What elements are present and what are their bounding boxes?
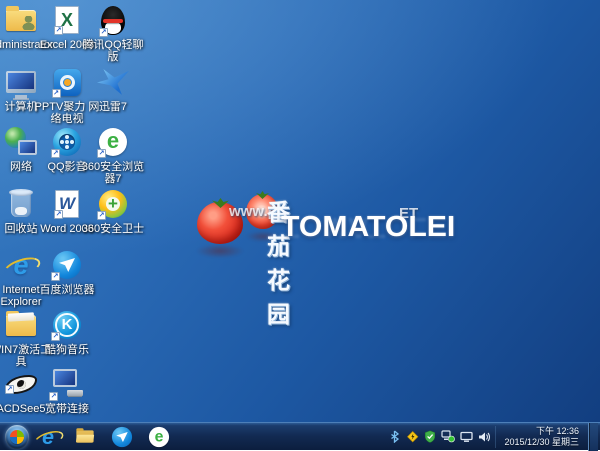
folder-user-icon — [6, 10, 36, 31]
baidu-icon — [53, 251, 81, 279]
recycle-icon — [11, 191, 31, 217]
kugou-icon — [53, 311, 81, 339]
taskbar-item-internet-explorer[interactable] — [29, 423, 66, 451]
shortcut-arrow-icon — [51, 272, 60, 281]
qqplayer-icon — [53, 128, 81, 156]
shortcut-arrow-icon — [54, 26, 63, 35]
desktop-icon-label: 宽带连接 — [33, 403, 101, 415]
browser360-icon — [99, 128, 127, 156]
shortcut-arrow-icon — [51, 332, 60, 341]
qq-icon — [101, 6, 125, 35]
network-status-icon[interactable] — [441, 429, 455, 445]
desktop-icon-label: 360安全卫士 — [79, 223, 147, 235]
update-alert-icon[interactable] — [405, 429, 419, 445]
shortcut-arrow-icon — [97, 211, 106, 220]
desktop-icon-label: 百度浏览器 — [33, 284, 101, 296]
start-button[interactable] — [5, 425, 29, 449]
shortcut-arrow-icon — [54, 210, 63, 219]
taskbar-item-windows-explorer[interactable] — [66, 423, 103, 451]
taskbar-item-baidu-browser[interactable] — [103, 423, 140, 451]
security-shield-icon[interactable] — [423, 429, 437, 445]
desktop-icon-kugou[interactable]: 酷狗音乐 — [33, 308, 101, 356]
desktop-icon-label: 腾讯QQ轻聊版 — [79, 39, 147, 63]
shortcut-arrow-icon — [49, 392, 58, 401]
pptv-icon — [54, 69, 81, 96]
shortcut-arrow-icon — [51, 149, 60, 158]
shortcut-arrow-icon — [5, 385, 14, 394]
desktop-icon-label: 迅雷7 — [79, 101, 147, 113]
folder-icon — [76, 430, 93, 442]
windows-logo-icon — [10, 430, 24, 444]
shortcut-arrow-icon — [99, 28, 108, 37]
volume-icon[interactable] — [477, 429, 491, 445]
taskbar-item-360-browser[interactable] — [140, 423, 177, 451]
broadband-icon — [51, 369, 83, 399]
safe360-icon — [99, 190, 127, 218]
shortcut-arrow-icon — [97, 149, 106, 158]
desktop-icon-xunlei[interactable]: 迅雷7 — [79, 65, 147, 113]
desktop-icon-browser360[interactable]: 360安全浏览器7 — [79, 125, 147, 185]
display-icon[interactable] — [459, 429, 473, 445]
desktop-icon-label: 酷狗音乐 — [33, 344, 101, 356]
show-desktop-button[interactable] — [588, 423, 598, 451]
360-browser-icon — [148, 426, 168, 446]
computer-icon — [6, 71, 36, 93]
tomato-reflection — [196, 244, 244, 258]
desktop-icon-qq[interactable]: 腾讯QQ轻聊版 — [79, 3, 147, 63]
desktop-background[interactable]: AdministratorExcel 2003腾讯QQ轻聊版计算机PPTV聚力 … — [0, 0, 600, 422]
desktop-icon-safe360[interactable]: 360安全卫士 — [79, 187, 147, 235]
shortcut-arrow-icon — [52, 89, 61, 98]
logo-english-title: TOMATOLEI — [281, 211, 455, 244]
internet-explorer-icon — [35, 425, 61, 449]
taskbar: 下午 12:36 2015/12/30 星期三 — [0, 422, 600, 450]
windows-desktop: AdministratorExcel 2003腾讯QQ轻聊版计算机PPTV聚力 … — [0, 0, 600, 450]
xunlei-icon — [97, 68, 129, 96]
bluetooth-icon[interactable] — [387, 429, 401, 445]
desktop-icon-baidu[interactable]: 百度浏览器 — [33, 248, 101, 296]
clock-date: 2015/12/30 星期三 — [504, 437, 579, 448]
excel-icon — [55, 6, 79, 34]
clock-time: 下午 12:36 — [504, 426, 579, 437]
taskbar-clock[interactable]: 下午 12:36 2015/12/30 星期三 — [495, 426, 584, 448]
folder-icon — [6, 315, 36, 336]
baidu-browser-icon — [111, 426, 131, 446]
desktop-icon-broadband[interactable]: 宽带连接 — [33, 367, 101, 415]
desktop-icon-label: 360安全浏览器7 — [79, 161, 147, 185]
shortcut-arrow-icon — [95, 89, 104, 98]
word-icon — [55, 190, 79, 218]
system-tray: 下午 12:36 2015/12/30 星期三 — [387, 423, 600, 451]
